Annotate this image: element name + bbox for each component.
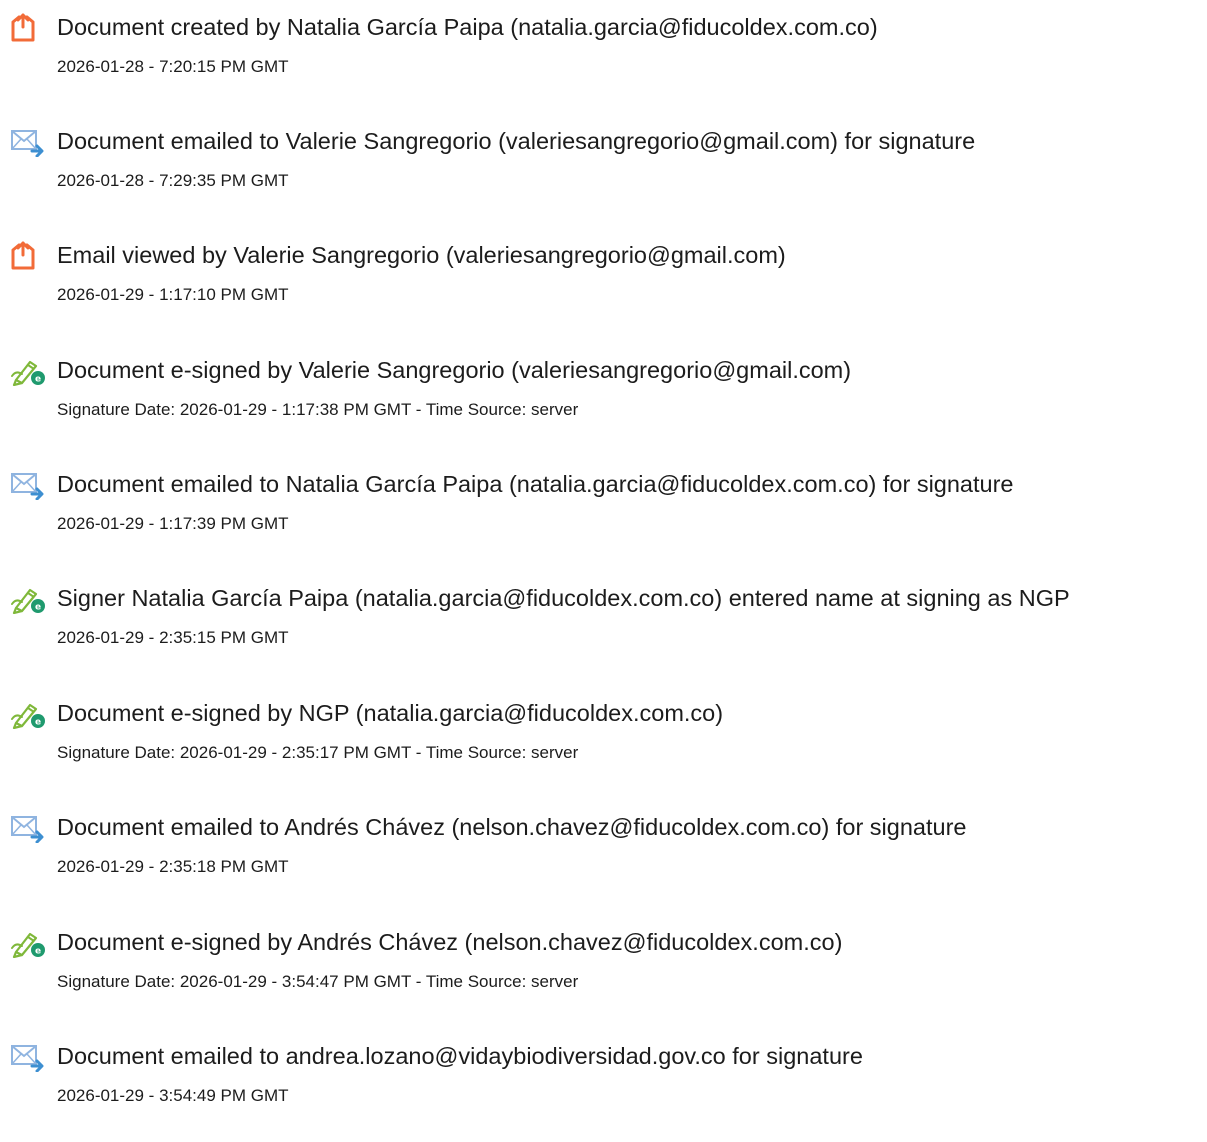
- event-timestamp: 2026-01-28 - 7:20:15 PM GMT: [57, 57, 289, 76]
- svg-text:e: e: [35, 603, 41, 613]
- email-sent-icon: [10, 470, 46, 502]
- email-sent-icon: [10, 127, 46, 159]
- audit-event: e Document e-signed by Andrés Chávez (ne…: [0, 928, 1207, 1028]
- event-timestamp: 2026-01-29 - 1:17:39 PM GMT: [57, 514, 289, 533]
- e-sign-icon: e: [10, 584, 46, 616]
- event-description: Document emailed to Natalia García Paipa…: [57, 471, 1014, 497]
- event-timestamp: Signature Date: 2026-01-29 - 3:54:47 PM …: [57, 972, 579, 991]
- event-timestamp: 2026-01-29 - 2:35:18 PM GMT: [57, 857, 289, 876]
- svg-text:e: e: [35, 947, 41, 957]
- event-description: Document created by Natalia García Paipa…: [57, 14, 878, 40]
- audit-event: Document emailed to andrea.lozano@vidayb…: [0, 1042, 1207, 1142]
- event-timestamp: Signature Date: 2026-01-29 - 2:35:17 PM …: [57, 743, 579, 762]
- audit-event: Email viewed by Valerie Sangregorio (val…: [0, 241, 1207, 341]
- audit-event: e Document e-signed by Valerie Sangregor…: [0, 356, 1207, 456]
- event-description: Document emailed to andrea.lozano@vidayb…: [57, 1043, 863, 1069]
- audit-event: Document emailed to Andrés Chávez (nelso…: [0, 813, 1207, 913]
- svg-text:e: e: [35, 375, 41, 385]
- document-viewed-icon: [10, 241, 46, 273]
- e-sign-icon: e: [10, 928, 46, 960]
- event-timestamp: Signature Date: 2026-01-29 - 1:17:38 PM …: [57, 400, 579, 419]
- audit-event: e Signer Natalia García Paipa (natalia.g…: [0, 584, 1207, 684]
- email-sent-icon: [10, 1042, 46, 1074]
- email-sent-icon: [10, 813, 46, 845]
- audit-event: e Document e-signed by NGP (natalia.garc…: [0, 699, 1207, 799]
- event-timestamp: 2026-01-28 - 7:29:35 PM GMT: [57, 171, 289, 190]
- e-sign-icon: e: [10, 699, 46, 731]
- event-description: Signer Natalia García Paipa (natalia.gar…: [57, 585, 1070, 611]
- audit-event: Document created by Natalia García Paipa…: [0, 13, 1207, 113]
- document-created-icon: [10, 13, 46, 45]
- event-timestamp: 2026-01-29 - 3:54:49 PM GMT: [57, 1086, 289, 1105]
- svg-text:e: e: [35, 718, 41, 728]
- event-description: Email viewed by Valerie Sangregorio (val…: [57, 242, 786, 268]
- event-description: Document emailed to Andrés Chávez (nelso…: [57, 814, 967, 840]
- event-description: Document e-signed by Valerie Sangregorio…: [57, 357, 852, 383]
- event-timestamp: 2026-01-29 - 2:35:15 PM GMT: [57, 628, 289, 647]
- e-sign-icon: e: [10, 356, 46, 388]
- event-timestamp: 2026-01-29 - 1:17:10 PM GMT: [57, 285, 289, 304]
- event-description: Document emailed to Valerie Sangregorio …: [57, 128, 976, 154]
- audit-event: Document emailed to Natalia García Paipa…: [0, 470, 1207, 570]
- event-description: Document e-signed by Andrés Chávez (nels…: [57, 929, 843, 955]
- event-description: Document e-signed by NGP (natalia.garcia…: [57, 700, 724, 726]
- audit-event: Document emailed to Valerie Sangregorio …: [0, 127, 1207, 227]
